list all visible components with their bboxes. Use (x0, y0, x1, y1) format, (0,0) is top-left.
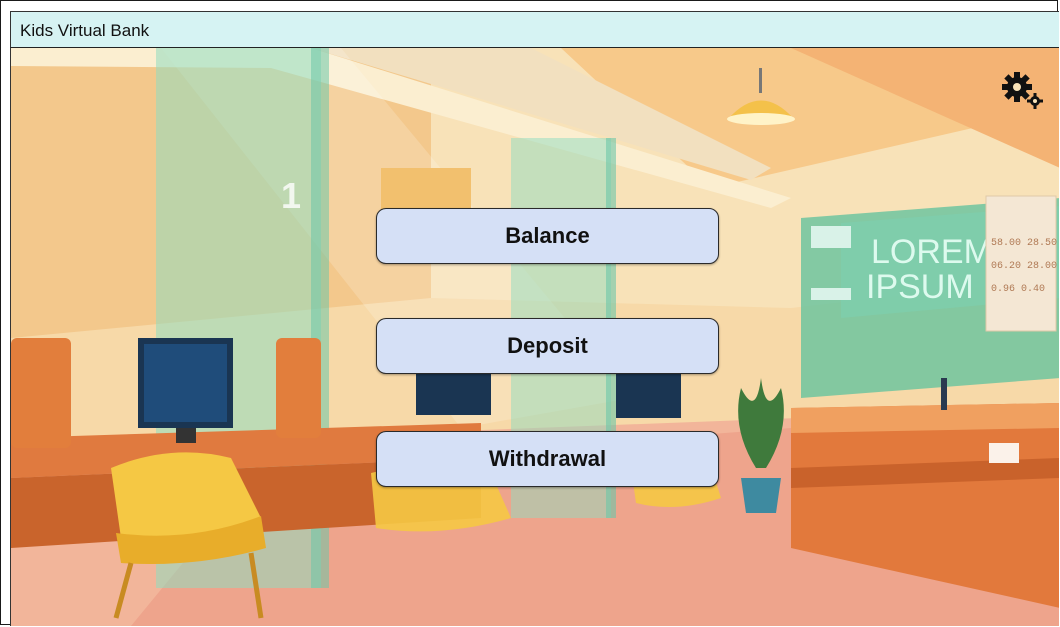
withdrawal-button[interactable]: Withdrawal (376, 431, 719, 487)
svg-text:58.00 28.50: 58.00 28.50 (991, 238, 1057, 249)
app-window: Kids Virtual Bank LOREM IPSUM 58.00 28.5… (0, 0, 1059, 626)
svg-text:06.20 28.00: 06.20 28.00 (991, 261, 1057, 272)
sign-text-2: IPSUM (866, 268, 974, 306)
title-bar: Kids Virtual Bank (10, 11, 1059, 48)
sign-text-1: LOREM (871, 233, 992, 271)
window-title: Kids Virtual Bank (20, 21, 150, 40)
balance-button[interactable]: Balance (376, 208, 719, 264)
counter-number: 1 (281, 175, 301, 216)
settings-gears-icon[interactable] (1001, 71, 1045, 111)
deposit-button[interactable]: Deposit (376, 318, 719, 374)
svg-text:0.96 0.40: 0.96 0.40 (991, 284, 1045, 295)
